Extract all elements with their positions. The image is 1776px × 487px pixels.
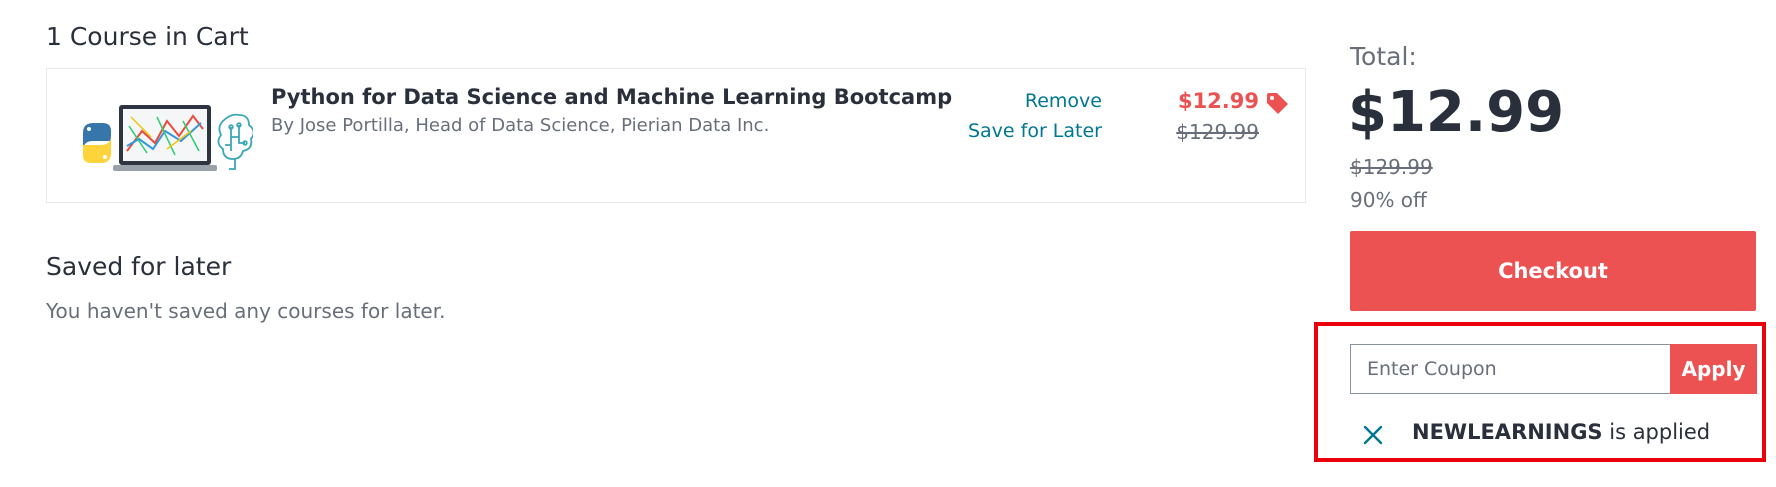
cart-course-card: Python for Data Science and Machine Lear…: [46, 68, 1306, 203]
laptop-chart-icon: [113, 105, 217, 171]
applied-suffix: is applied: [1602, 420, 1711, 444]
coupon-input[interactable]: [1350, 344, 1670, 394]
discount-label: 90% off: [1350, 188, 1427, 212]
remove-link[interactable]: Remove: [1025, 90, 1102, 112]
total-label: Total:: [1350, 42, 1417, 71]
save-for-later-link[interactable]: Save for Later: [968, 120, 1102, 142]
coupon-applied-message: NEWLEARNINGS is applied: [1412, 420, 1710, 444]
total-amount: $12.99: [1348, 80, 1565, 145]
course-original-price: $129.99: [1176, 120, 1259, 144]
brain-circuit-icon: [217, 113, 253, 170]
applied-coupon-code: NEWLEARNINGS: [1412, 420, 1603, 444]
saved-empty-message: You haven't saved any courses for later.: [46, 299, 446, 323]
python-logo-icon: [83, 123, 111, 163]
saved-for-later-heading: Saved for later: [46, 252, 232, 281]
checkout-button[interactable]: Checkout: [1350, 231, 1756, 311]
course-author: By Jose Portilla, Head of Data Science, …: [271, 115, 770, 136]
original-total: $129.99: [1350, 155, 1433, 179]
close-icon[interactable]: [1362, 424, 1384, 446]
course-title[interactable]: Python for Data Science and Machine Lear…: [271, 85, 952, 109]
cart-heading: 1 Course in Cart: [46, 22, 249, 51]
course-price: $12.99: [1177, 89, 1259, 113]
price-tag-icon: [1267, 93, 1288, 114]
course-thumbnail[interactable]: [67, 91, 253, 191]
apply-coupon-button[interactable]: Apply: [1670, 344, 1757, 394]
